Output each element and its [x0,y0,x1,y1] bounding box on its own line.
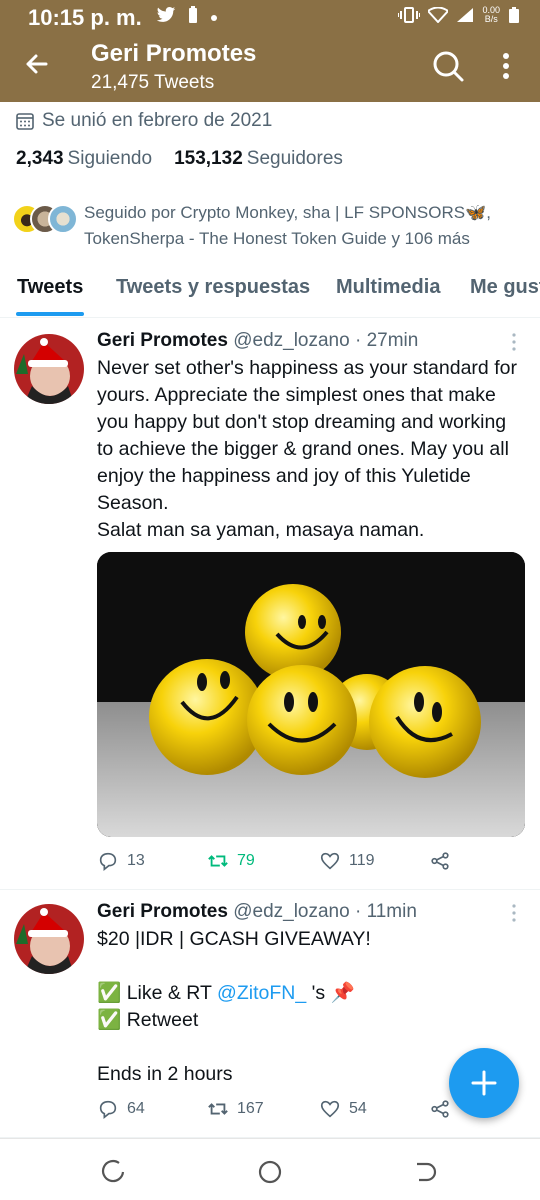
reply-icon [99,1100,117,1119]
joined-date: Se unió en febrero de 2021 [16,110,272,132]
author-meta: @edz_lozano · 27min [233,330,419,351]
reply-action[interactable]: 13 [97,850,145,872]
calendar-icon [16,113,34,130]
mention-link[interactable]: @ZitoFN_ [217,982,306,1004]
following-label: Siguiendo [67,148,153,169]
reply-icon [99,852,117,871]
recent-apps-icon[interactable] [101,1159,127,1185]
followers-label: Seguidores [246,148,343,169]
net-speed-unit: B/s [484,14,498,24]
tweet-more-icon[interactable] [506,332,522,352]
tweet-actions: 13 79 119 [97,850,477,878]
smiley-balls-image [97,552,525,837]
retweet-action[interactable]: 79 [207,850,255,872]
followers-count: 153,132 [174,148,243,169]
follower-avatars [12,204,82,236]
tweet-text-line: ✅ Retweet [97,1009,199,1031]
profile-tabs: Tweets Tweets y respuestas Multimedia Me… [0,260,540,318]
dot-icon [211,15,217,21]
app-header: 10:15 p. m. 0.00 B/s Geri Promotes 21,47… [0,0,540,102]
tweet-text-line: Never set other's happiness as your stan… [97,357,517,514]
followed-by[interactable]: Seguido por Crypto Monkey, sha | LF SPON… [12,198,532,248]
tweet-author: Geri Promotes @edz_lozano · 11min [97,901,417,923]
battery-icon [509,7,519,23]
text-fragment: ✅ Like & RT [97,982,218,1004]
heart-icon [320,852,340,870]
more-options-icon[interactable] [494,46,518,86]
compose-tweet-button[interactable] [449,1048,519,1118]
tweet-text-line: ✅ Like & RT @ZitoFN_ 's 📌 [97,980,527,1007]
vibrate-icon [398,7,421,23]
tweet-text: Never set other's happiness as your stan… [97,355,527,544]
share-action[interactable] [429,1098,451,1120]
twitter-notification-icon [156,7,176,22]
joined-text: Se unió en febrero de 2021 [42,110,273,131]
plus-icon [471,1070,497,1096]
like-action[interactable]: 119 [319,850,375,872]
share-icon [431,1100,449,1118]
status-system-icons: 0.00 B/s [398,6,520,24]
share-action[interactable] [429,850,451,872]
signal-icon [457,8,474,22]
status-time: 10:15 p. m. [28,5,142,30]
wifi-icon [428,7,449,23]
followed-by-text: Seguido por Crypto Monkey, sha | LF SPON… [84,203,491,248]
tweet[interactable]: Geri Promotes @edz_lozano · 27min Never … [0,318,540,890]
tab-tweets-and-replies[interactable]: Tweets y respuestas [116,276,310,299]
text-fragment: 's 📌 [306,982,355,1004]
back-nav-icon[interactable] [413,1159,439,1185]
tweet-image[interactable] [97,552,525,837]
tweet-more-icon[interactable] [506,903,522,923]
avatar-image [14,334,84,404]
like-action[interactable]: 54 [319,1098,367,1120]
tweet-actions: 64 167 54 [97,1098,477,1126]
following-stat[interactable]: 2,343 Siguiendo [16,148,152,170]
tab-tweets[interactable]: Tweets [17,276,83,299]
retweet-action[interactable]: 167 [207,1098,264,1120]
following-count: 2,343 [16,148,64,169]
system-nav-bar [0,1138,540,1200]
retweet-icon [208,855,228,867]
back-arrow-icon[interactable] [18,44,58,84]
tweet-text-line: Salat man sa yaman, masaya naman. [97,519,425,541]
author-name[interactable]: Geri Promotes [97,901,228,922]
net-speed: 0.00 B/s [482,6,500,24]
follow-stats: 2,343 Siguiendo 153,132 Seguidores [16,148,343,170]
reply-action[interactable]: 64 [97,1098,145,1120]
heart-icon [320,1100,340,1118]
status-bar: 10:15 p. m. 0.00 B/s [0,0,540,34]
header-title: Geri Promotes [91,40,257,67]
share-icon [431,852,449,870]
tab-likes[interactable]: Me gusta [470,276,540,299]
like-count: 119 [349,852,375,869]
retweet-count: 167 [237,1100,264,1117]
battery-notification-icon [189,6,197,23]
status-notification-icons [156,6,218,24]
followers-stat[interactable]: 153,132 Seguidores [174,148,343,170]
avatar[interactable] [14,904,84,974]
active-tab-indicator [16,312,84,316]
reply-count: 13 [127,852,145,869]
avatar-image [14,904,84,974]
tweet-text-line: $20 |IDR | GCASH GIVEAWAY! [97,928,371,950]
author-name[interactable]: Geri Promotes [97,330,228,351]
profile-header: Geri Promotes 21,475 Tweets [0,34,540,102]
search-icon[interactable] [428,46,468,86]
avatar[interactable] [14,334,84,404]
reply-count: 64 [127,1100,145,1117]
tweet-author: Geri Promotes @edz_lozano · 27min [97,330,418,352]
tweet-text-blank [97,953,527,980]
follower-avatar [48,204,78,234]
header-tweet-count: 21,475 Tweets [91,72,215,93]
retweet-icon [208,1103,228,1115]
tab-media[interactable]: Multimedia [336,276,440,299]
home-icon[interactable] [257,1159,283,1185]
retweet-count: 79 [237,852,255,869]
like-count: 54 [349,1100,367,1117]
author-meta: @edz_lozano · 11min [233,901,417,922]
